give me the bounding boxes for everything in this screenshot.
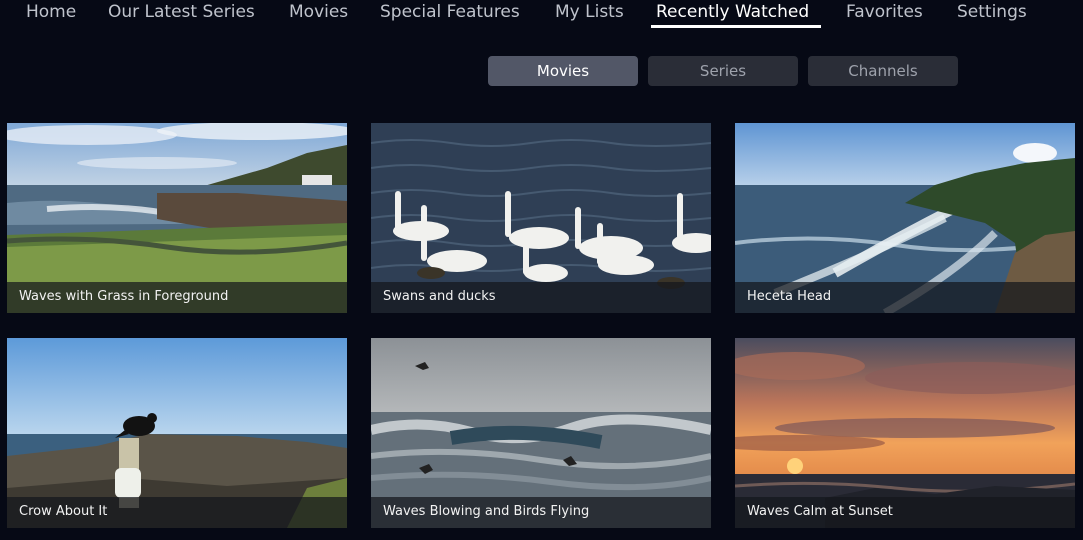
video-title: Waves Calm at Sunset (747, 504, 893, 519)
filter-channels-button[interactable]: Channels (808, 56, 958, 86)
caption-bar: Heceta Head (735, 282, 1075, 313)
nav-item-my-lists[interactable]: My Lists (555, 2, 624, 22)
nav-item-home[interactable]: Home (26, 2, 76, 22)
caption-bar: Waves with Grass in Foreground (7, 282, 347, 313)
filter-movies-button[interactable]: Movies (488, 56, 638, 86)
caption-bar: Swans and ducks (371, 282, 711, 313)
nav-item-movies[interactable]: Movies (289, 2, 348, 22)
nav-item-recently-watched[interactable]: Recently Watched (656, 2, 809, 22)
video-title: Swans and ducks (383, 289, 496, 304)
nav-item-special-features[interactable]: Special Features (380, 2, 520, 22)
filter-series-button[interactable]: Series (648, 56, 798, 86)
active-tab-indicator (651, 25, 821, 28)
caption-bar: Waves Calm at Sunset (735, 497, 1075, 528)
caption-bar: Crow About It (7, 497, 347, 528)
caption-bar: Waves Blowing and Birds Flying (371, 497, 711, 528)
video-card[interactable]: Waves Calm at Sunset (735, 338, 1075, 528)
video-card[interactable]: Crow About It (7, 338, 347, 528)
video-title: Waves with Grass in Foreground (19, 289, 229, 304)
nav-item-latest-series[interactable]: Our Latest Series (108, 2, 255, 22)
nav-item-settings[interactable]: Settings (957, 2, 1027, 22)
video-card[interactable]: Waves Blowing and Birds Flying (371, 338, 711, 528)
video-title: Heceta Head (747, 289, 832, 304)
top-nav: Home Our Latest Series Movies Special Fe… (0, 0, 1083, 32)
video-title: Crow About It (19, 504, 108, 519)
video-card[interactable]: Waves with Grass in Foreground (7, 123, 347, 313)
video-card[interactable]: Swans and ducks (371, 123, 711, 313)
video-card[interactable]: Heceta Head (735, 123, 1075, 313)
video-title: Waves Blowing and Birds Flying (383, 504, 590, 519)
nav-item-favorites[interactable]: Favorites (846, 2, 923, 22)
